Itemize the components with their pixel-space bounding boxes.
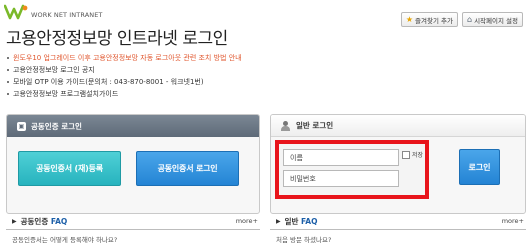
cert-faq-title-prefix: 공동인증 bbox=[20, 216, 49, 226]
cert-login-header: ▣ 공동인증 로그인 bbox=[7, 115, 259, 137]
home-icon: ⌂ bbox=[466, 14, 473, 24]
add-bookmark-button[interactable]: ★ 즐겨찾기 추가 bbox=[400, 12, 458, 27]
faq-item[interactable]: 처음 방문 하셨나요? bbox=[276, 234, 526, 244]
notice-list: 윈도우10 업그레이드 이후 고용안정정보망 자동 로그아웃 관련 조치 방법 … bbox=[6, 52, 242, 100]
save-checkbox[interactable]: 저장 bbox=[402, 150, 423, 159]
set-homepage-button[interactable]: ⌂ 시작페이지 설정 bbox=[461, 12, 523, 27]
general-login-header: 일반 로그인 bbox=[271, 115, 525, 137]
arrow-icon: ▶ bbox=[276, 217, 281, 225]
certificate-login-button[interactable]: 공동인증서 로그인 bbox=[136, 151, 239, 186]
cert-faq-section: ▶ 공동인증 FAQ more+ 공동인증서는 어떻게 등록해야 하나요? bbox=[6, 214, 260, 244]
general-faq-header: ▶ 일반 FAQ more+ bbox=[270, 215, 526, 227]
login-fields-highlight: 이름 저장 비밀번호 bbox=[275, 140, 429, 199]
password-input[interactable]: 비밀번호 bbox=[283, 170, 399, 187]
user-icon bbox=[281, 120, 291, 131]
general-faq-title: 일반 FAQ bbox=[285, 216, 318, 227]
register-certificate-button[interactable]: 공동인증서 (재)등록 bbox=[18, 151, 121, 186]
add-bookmark-label: 즐겨찾기 추가 bbox=[415, 16, 453, 25]
faq-item[interactable]: 공동인증서는 어떻게 등록해야 하나요? bbox=[12, 234, 260, 244]
notice-link[interactable]: 고용안정정보망 프로그램설치가이드 bbox=[6, 88, 242, 100]
notice-link[interactable]: 윈도우10 업그레이드 이후 고용안정정보망 자동 로그아웃 관련 조치 방법 … bbox=[6, 52, 242, 64]
set-homepage-label: 시작페이지 설정 bbox=[474, 16, 518, 25]
divider bbox=[6, 229, 260, 230]
name-input[interactable]: 이름 bbox=[283, 149, 399, 166]
cert-faq-more-link[interactable]: more+ bbox=[236, 217, 258, 225]
top-buttons: ★ 즐겨찾기 추가 ⌂ 시작페이지 설정 bbox=[400, 12, 523, 27]
login-button[interactable]: 로그인 bbox=[459, 149, 500, 185]
general-login-title: 일반 로그인 bbox=[296, 121, 334, 130]
arrow-icon: ▶ bbox=[12, 217, 17, 225]
save-label: 저장 bbox=[412, 152, 424, 159]
certificate-icon: ▣ bbox=[17, 121, 26, 131]
cert-faq-title: 공동인증 FAQ bbox=[21, 216, 68, 227]
cert-faq-header: ▶ 공동인증 FAQ more+ bbox=[6, 215, 260, 227]
logo-icon bbox=[4, 4, 28, 20]
notice-link[interactable]: 고용안정정보망 로그인 공지 bbox=[6, 64, 242, 76]
general-faq-title-prefix: 일반 bbox=[284, 216, 299, 226]
notice-link[interactable]: 모바일 OTP 이용 가이드(문의처 : 043-870-8001 - 워크넷1… bbox=[6, 76, 242, 88]
general-faq-title-suffix: FAQ bbox=[298, 216, 318, 226]
checkbox-icon bbox=[402, 150, 410, 159]
cert-faq-title-suffix: FAQ bbox=[48, 216, 68, 226]
cert-login-panel: ▣ 공동인증 로그인 공동인증서 (재)등록 공동인증서 로그인 bbox=[6, 114, 260, 214]
general-faq-section: ▶ 일반 FAQ more+ 처음 방문 하셨나요? bbox=[270, 214, 526, 244]
star-icon: ★ bbox=[405, 14, 414, 24]
page-title: 고용안정정보망 인트라넷 로그인 bbox=[6, 29, 228, 49]
logo-text: WORK NET INTRANET bbox=[31, 11, 103, 19]
logo: WORK NET INTRANET bbox=[4, 4, 102, 20]
general-faq-more-link[interactable]: more+ bbox=[502, 217, 524, 225]
divider bbox=[270, 229, 526, 230]
cert-login-title: 공동인증 로그인 bbox=[31, 121, 82, 131]
